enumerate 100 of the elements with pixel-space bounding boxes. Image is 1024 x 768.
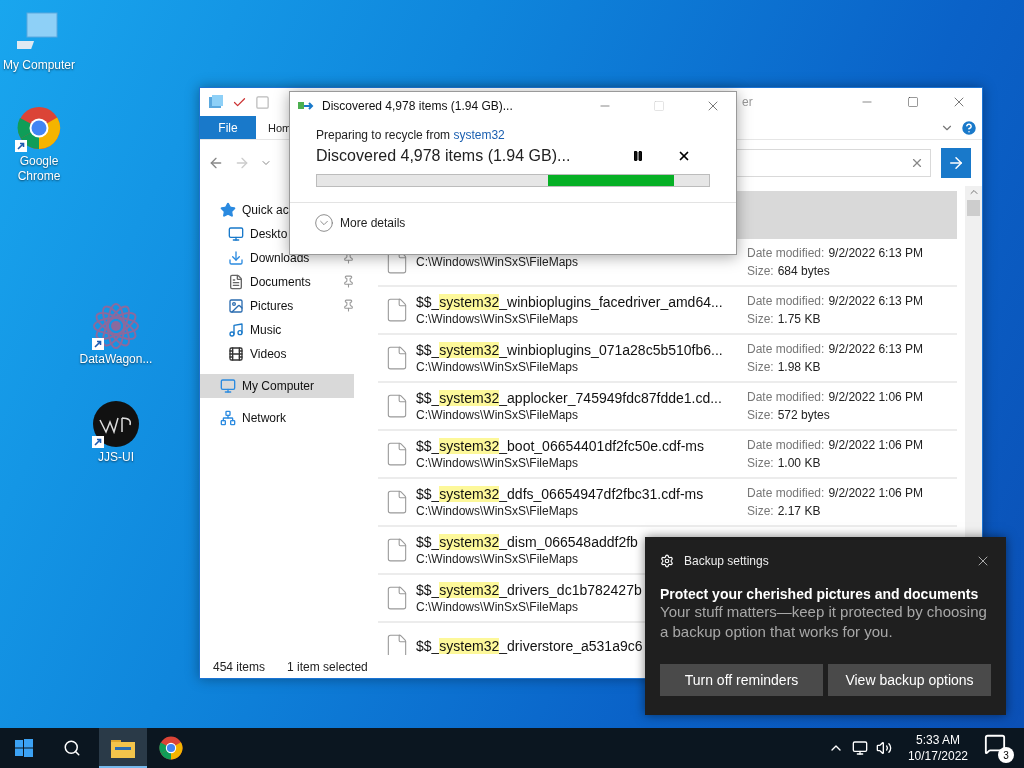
date-value: 9/2/2022 6:13 PM: [828, 246, 924, 260]
date-label: Date modified:: [747, 342, 825, 356]
clock[interactable]: 5:33 AM 10/17/2022: [907, 732, 968, 764]
file-path: C:\Windows\WinSxS\FileMaps: [416, 504, 579, 518]
size-label: Size:: [747, 408, 774, 422]
file-name: $$_system32_driverstore_a531a9c6: [416, 638, 643, 654]
file-name: $$_system32_winbioplugins_facedriver_amd64...: [416, 294, 723, 310]
volume-icon[interactable]: [875, 740, 892, 756]
file-path: C:\Windows\WinSxS\FileMaps: [416, 552, 579, 566]
file-path: C:\Windows\WinSxS\FileMaps: [416, 312, 579, 326]
file-path: C:\Windows\WinSxS\FileMaps: [416, 600, 579, 614]
size-value: 572 bytes: [777, 408, 830, 422]
app-name: Backup settings: [684, 554, 769, 568]
progress-heading: Discovered 4,978 items (1.94 GB)...: [316, 147, 572, 165]
file-path: C:\Windows\WinSxS\FileMaps: [416, 255, 579, 269]
scroll-thumb[interactable]: [967, 200, 980, 216]
notification-title: Protect your cherished pictures and documents: [660, 586, 980, 602]
notification-button[interactable]: Turn off reminders: [660, 664, 823, 696]
size-label: Size:: [747, 504, 774, 518]
flower-icon: [92, 302, 140, 350]
size-value: 1.75 KB: [777, 312, 821, 326]
more-details-button[interactable]: More details: [314, 213, 406, 233]
size-label: Size:: [747, 456, 774, 470]
picture-icon: [228, 298, 244, 314]
notification-body: Your stuff matters—keep it protected by choosing a backup option that works for you.: [660, 602, 988, 642]
pin-icon[interactable]: [342, 299, 355, 312]
clear-icon[interactable]: [910, 156, 924, 170]
size-label: Size:: [747, 264, 774, 278]
file-name: $$_system32_winbioplugins_071a28c5b510fb6...: [416, 342, 723, 358]
document-icon: [228, 274, 244, 290]
size-value: 684 bytes: [777, 264, 830, 278]
notifications-icon[interactable]: 3: [984, 733, 1014, 763]
maximize-icon: [907, 96, 919, 108]
date-value: 9/2/2022 1:06 PM: [828, 486, 924, 500]
window-title: er: [742, 95, 754, 109]
dialog-title: Discovered 4,978 items (1.94 GB)...: [322, 99, 514, 113]
file-path: C:\Windows\WinSxS\FileMaps: [416, 408, 579, 422]
search-go-button[interactable]: [941, 148, 971, 178]
date-label: Date modified:: [747, 486, 825, 500]
folder-icon[interactable]: [208, 94, 224, 110]
arrow-right-icon: [947, 154, 965, 172]
chrome-icon: [159, 736, 183, 760]
folder-icon: [111, 738, 135, 758]
network-icon[interactable]: [851, 740, 868, 756]
nav-item[interactable]: Pictures: [200, 294, 376, 318]
status-text: 454 items: [213, 659, 266, 674]
date-label: Date modified:: [747, 438, 825, 452]
desktop-icon: [228, 226, 244, 242]
star-icon: [220, 202, 236, 218]
status-text: 1 item selected: [287, 659, 368, 674]
folder-link[interactable]: system32: [453, 128, 505, 142]
file-name: $$_system32_dism_066548addf2fb: [416, 534, 638, 550]
taskbar-button[interactable]: [99, 728, 147, 768]
help-icon[interactable]: [960, 118, 978, 137]
nav-item[interactable]: Documents: [200, 270, 376, 294]
date-label: Date modified:: [747, 294, 825, 308]
date-value: 9/2/2022 1:06 PM: [828, 390, 924, 404]
nav-item[interactable]: My Computer: [200, 374, 354, 398]
date-value: 9/2/2022 1:06 PM: [828, 438, 924, 452]
date-value: 9/2/2022 6:13 PM: [828, 342, 924, 356]
network-icon: [220, 410, 236, 426]
chevron-down-icon: [314, 213, 334, 233]
date-label: Date modified:: [747, 246, 825, 260]
back-icon[interactable]: [208, 155, 224, 171]
maximize-icon: [653, 100, 665, 112]
file-name: $$_system32_boot_06654401df2fc50e.cdf-ms: [416, 438, 704, 454]
pause-icon: [632, 150, 644, 162]
file-name: $$_system32_ddfs_06654947df2fbc31.cdf-ms: [416, 486, 704, 502]
nav-item[interactable]: Downloads: [200, 246, 376, 270]
windows-logo-icon: [15, 739, 33, 757]
nav-item[interactable]: Network: [200, 406, 376, 430]
file-path: C:\Windows\WinSxS\FileMaps: [416, 456, 579, 470]
file-row[interactable]: $$_system32_applocker_745949fdc87fdde1.cd... C:\Windows\WinSxS\FileMaps Date modified: 9/2/2022 1:06 PM Size: 572 bytes: [378, 383, 957, 431]
settings-icon: [660, 554, 674, 568]
file-menu-button[interactable]: File: [200, 116, 256, 139]
nav-item[interactable]: Videos: [200, 342, 376, 366]
size-value: 1.00 KB: [777, 456, 821, 470]
chrome-icon: [17, 106, 61, 150]
computer-icon: [220, 378, 236, 394]
file-row[interactable]: $$_system32_winbioplugins_facedriver_amd64... C:\Windows\WinSxS\FileMaps Date modified: 9/2/2022 6:13 PM Size: 1.75 KB: [378, 287, 957, 335]
round-logo-icon: [92, 400, 140, 448]
file-path: C:\Windows\WinSxS\FileMaps: [416, 360, 579, 374]
size-value: 2.17 KB: [777, 504, 821, 518]
film-icon: [228, 346, 244, 362]
file-row[interactable]: $$_system32_winbioplugins_071a28c5b510fb6... C:\Windows\WinSxS\FileMaps Date modified: 9/2/2022 6:13 PM Size: 1.98 KB: [378, 335, 957, 383]
size-value: 1.98 KB: [777, 360, 821, 374]
date-label: Date modified:: [747, 390, 825, 404]
nav-item[interactable]: Music: [200, 318, 376, 342]
file-row[interactable]: $$_system32_boot_06654401df2fc50e.cdf-ms C:\Windows\WinSxS\FileMaps Date modified: 9/2/2022 1:06 PM Size: 1.00 KB: [378, 431, 957, 479]
move-icon: [298, 100, 314, 112]
date-value: 9/2/2022 6:13 PM: [828, 294, 924, 308]
file-name: $$_system32_drivers_dc1b782427b: [416, 582, 642, 598]
notification-count: 3: [998, 747, 1014, 763]
file-row[interactable]: $$_system32_ddfs_06654947df2fbc31.cdf-ms C:\Windows\WinSxS\FileMaps Date modified: 9/2/2022 1:06 PM Size: 2.17 KB: [378, 479, 957, 527]
download-icon: [228, 250, 244, 266]
music-icon: [228, 322, 244, 338]
close-icon: [677, 149, 691, 163]
size-label: Size:: [747, 312, 774, 326]
pin-icon[interactable]: [342, 275, 355, 288]
notification-button[interactable]: View backup options: [828, 664, 991, 696]
